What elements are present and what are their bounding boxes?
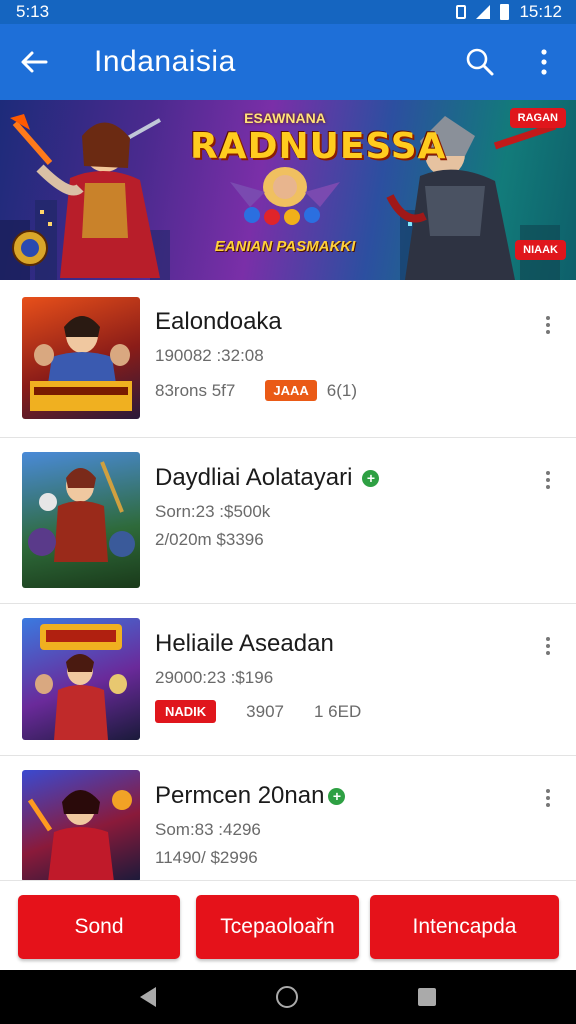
item-more-button[interactable] [534,305,562,345]
vibrate-icon [456,5,467,19]
page-title: Indanaisia [94,45,236,78]
status-badge: JAAA [265,380,317,401]
game-title: Permcen 20nan + [155,782,346,810]
more-vert-icon [546,789,550,793]
game-title-text: Ealondoaka [155,308,282,335]
list-item[interactable]: Permcen 20nan + Som:83 :4296 11490/ $299… [0,756,576,882]
game-stat: Sorn:23 :$500k [155,502,271,521]
game-title: Heliaile Aseadan [155,630,334,658]
item-more-button[interactable] [534,460,562,500]
logo-emblem-art [230,167,340,225]
secondary-action-button[interactable]: Intencapda [370,895,559,959]
logo-subtitle: EANIAN PASMAKKI [214,238,356,255]
nav-back-icon[interactable] [140,987,156,1007]
game-stat: 29000:23 :$196 [155,668,274,687]
battery-icon [500,4,510,20]
list-item[interactable]: Heliaile Aseadan 29000:23 :$196 NADIK 39… [0,604,576,756]
game-thumbnail [22,770,140,882]
list-item[interactable]: Daydliai Aolatayari + Sorn:23 :$500k 2/0… [0,438,576,604]
game-meta-line: 11490/ $2996 [155,848,258,868]
back-button[interactable] [0,24,68,100]
game-meta-line: NADIK 3907 1 6ED [155,700,361,723]
game-stat: 190082 :32:08 [155,346,264,365]
game-meta: 3907 [246,701,284,721]
search-button[interactable] [448,24,512,100]
thumbnail-art [27,790,132,882]
game-meta-line: 2/020m $3396 [155,530,264,550]
item-more-button[interactable] [534,626,562,666]
more-vert-icon [546,471,550,475]
game-meta: 11490/ $2996 [155,848,258,867]
game-title: Ealondoaka [155,308,282,336]
status-time-left: 5:13 [16,2,50,21]
game-logo: ESAWNANA RADNUESSA [190,110,447,232]
logo-top-text: ESAWNANA [244,110,326,126]
search-icon [466,48,494,76]
game-meta: 2/020m $3396 [155,530,264,549]
system-nav-bar [0,970,576,1024]
verified-icon: + [362,469,380,487]
game-title-text: Daydliai Aolatayari [155,464,353,491]
promo-banner[interactable]: ESAWNANA RADNUESSA EANIAN PASMAKKI RAGAN… [0,100,576,280]
game-stats-line: 190082 :32:08 [155,346,264,366]
game-meta-line: 83rons 5f7 JAAA 6(1) [155,380,357,401]
thumbnail-art [28,461,135,562]
game-stat: Som:83 :4296 [155,820,261,839]
signal-icon [476,5,491,19]
game-meta-extra: 1 6ED [314,701,362,721]
game-stats-line: 29000:23 :$196 [155,668,273,688]
primary-action-button[interactable]: Tcepaoloařn [196,895,359,959]
game-title: Daydliai Aolatayari + [155,464,380,492]
overflow-menu-button[interactable] [512,24,576,100]
verified-icon: + [328,787,346,805]
status-time-right: 15:12 [519,2,562,21]
game-stats-line: Sorn:23 :$500k [155,502,270,522]
logo-main-text: RADNUESSA [190,126,447,167]
banner-tag-top: RAGAN [509,108,566,128]
banner-tag-bottom: NIAAK [515,240,566,260]
game-title-text: Heliaile Aseadan [155,630,334,657]
item-more-button[interactable] [534,778,562,818]
game-meta-extra: 6(1) [326,380,357,400]
thumbnail-art [30,316,132,411]
bottom-action-bar: Sond Tcepaoloařn Intencapda [0,880,576,970]
list-item[interactable]: Ealondoaka 190082 :32:08 83rons 5f7 JAAA… [0,280,576,438]
app-bar: Indanaisia [0,24,576,100]
status-badge: NADIK [155,700,217,723]
emblem-icon [12,230,48,266]
arrow-left-icon [21,51,48,73]
game-title-text: Permcen 20nan [155,782,325,809]
game-thumbnail [22,452,140,588]
game-list: Ealondoaka 190082 :32:08 83rons 5f7 JAAA… [0,280,576,882]
game-stats-line: Som:83 :4296 [155,820,261,840]
more-vert-icon [546,637,550,641]
nav-home-icon[interactable] [276,986,298,1008]
nav-recents-icon[interactable] [418,988,436,1006]
thumbnail-art [35,624,127,740]
more-vert-icon [546,316,550,320]
game-thumbnail [22,618,140,740]
status-bar: 5:13 15:12 [0,0,576,24]
game-thumbnail [22,297,140,419]
game-meta: 83rons 5f7 [155,380,236,400]
more-vert-icon [541,49,547,75]
send-button[interactable]: Sond [18,895,180,959]
